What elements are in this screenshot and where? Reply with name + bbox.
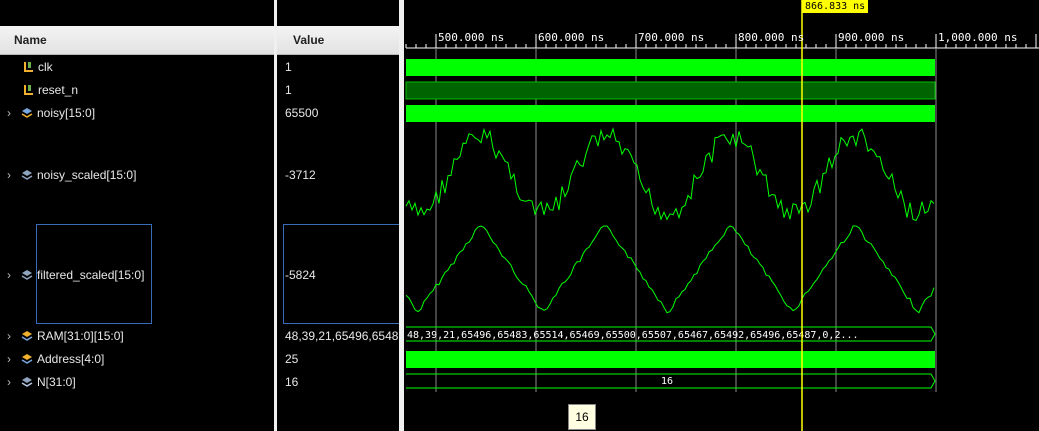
address-waveform	[406, 351, 935, 368]
expand-chevron-icon[interactable]: ›	[7, 329, 11, 343]
signal-name-address: Address[4:0]	[37, 352, 105, 366]
value-noisy-scaled: -3712	[285, 168, 316, 182]
ram-bus-value-text: 48,39,21,65496,65483,65514,65469,65500,6…	[407, 330, 859, 341]
bus-signal-icon	[21, 354, 33, 364]
scalar-signal-icon	[24, 85, 33, 95]
signal-row-ram[interactable]: › RAM[31:0][15:0]	[0, 327, 274, 347]
expand-chevron-icon[interactable]: ›	[7, 352, 11, 366]
value-n: 16	[285, 375, 299, 389]
value-ram: 48,39,21,65496,65483	[285, 329, 399, 343]
scalar-signal-icon	[24, 62, 33, 72]
integer-signal-icon	[21, 377, 33, 387]
cursor-time-label: 866.833 ns	[802, 0, 869, 13]
signal-row-n[interactable]: › N[31:0]	[0, 373, 274, 393]
time-tick-label: 1,000.000 ns	[938, 31, 1018, 44]
signal-name-reset-n: reset_n	[38, 83, 79, 97]
n-bus-waveform: 16	[406, 373, 936, 389]
time-tick-label: 700.000 ns	[638, 31, 705, 44]
signal-row-address[interactable]: › Address[4:0]	[0, 350, 274, 370]
time-tick-label: 500.000 ns	[438, 31, 505, 44]
time-tick-label: 600.000 ns	[538, 31, 605, 44]
value-address: 25	[285, 352, 299, 366]
expand-chevron-icon[interactable]: ›	[7, 375, 11, 389]
signal-value-panel: Value 1 1 65500 -3712 -5824 48,39,21,654…	[277, 0, 399, 431]
array-signal-icon	[21, 331, 33, 341]
signal-row-noisy-scaled[interactable]: › noisy_scaled[15:0]	[0, 166, 274, 186]
signal-row-reset-n[interactable]: reset_n	[0, 81, 274, 101]
value-tooltip: 16	[568, 404, 596, 430]
signal-name-noisy: noisy[15:0]	[37, 106, 96, 120]
value-filtered-scaled: -5824	[285, 268, 316, 282]
value-noisy: 65500	[285, 106, 319, 120]
name-column-header[interactable]: Name	[0, 26, 274, 55]
signal-name-noisy-scaled: noisy_scaled[15:0]	[37, 168, 137, 182]
bus-signal-icon	[21, 270, 33, 280]
value-column-header[interactable]: Value	[277, 26, 399, 55]
waveform-viewer[interactable]: 48,39,21,65496,65483,65514,65469,65500,6…	[404, 0, 1039, 431]
value-column-label: Value	[293, 33, 325, 47]
time-tick-label: 900.000 ns	[838, 31, 905, 44]
signal-name-ram: RAM[31:0][15:0]	[37, 329, 124, 343]
signal-name-n: N[31:0]	[37, 375, 76, 389]
ram-bus-waveform: 48,39,21,65496,65483,65514,65469,65500,6…	[406, 326, 936, 342]
value-clk: 1	[285, 60, 292, 74]
noisy-waveform	[406, 105, 935, 122]
signal-name-panel: Name clk reset_n › noisy[15:0] › noisy_s…	[0, 0, 274, 431]
reset-n-waveform	[405, 81, 936, 100]
bus-signal-icon	[21, 108, 33, 118]
signal-row-noisy[interactable]: › noisy[15:0]	[0, 104, 274, 124]
noisy-scaled-analog-trace	[405, 127, 935, 222]
expand-chevron-icon[interactable]: ›	[7, 268, 11, 282]
waveform-canvas[interactable]: 48,39,21,65496,65483,65514,65469,65500,6…	[404, 0, 1039, 431]
time-tick-label: 800.000 ns	[738, 31, 805, 44]
value-reset-n: 1	[285, 83, 292, 97]
bus-signal-icon	[21, 170, 33, 180]
expand-chevron-icon[interactable]: ›	[7, 168, 11, 182]
signal-row-clk[interactable]: clk	[0, 58, 274, 78]
signal-row-filtered-scaled[interactable]: › filtered_scaled[15:0]	[0, 266, 274, 286]
clk-waveform	[406, 59, 935, 76]
expand-chevron-icon[interactable]: ›	[7, 106, 11, 120]
signal-name-clk: clk	[38, 60, 53, 74]
signal-name-filtered-scaled: filtered_scaled[15:0]	[37, 268, 145, 282]
name-column-label: Name	[14, 33, 47, 47]
n-bus-value-text: 16	[661, 376, 673, 387]
filtered-scaled-analog-trace	[405, 225, 935, 314]
